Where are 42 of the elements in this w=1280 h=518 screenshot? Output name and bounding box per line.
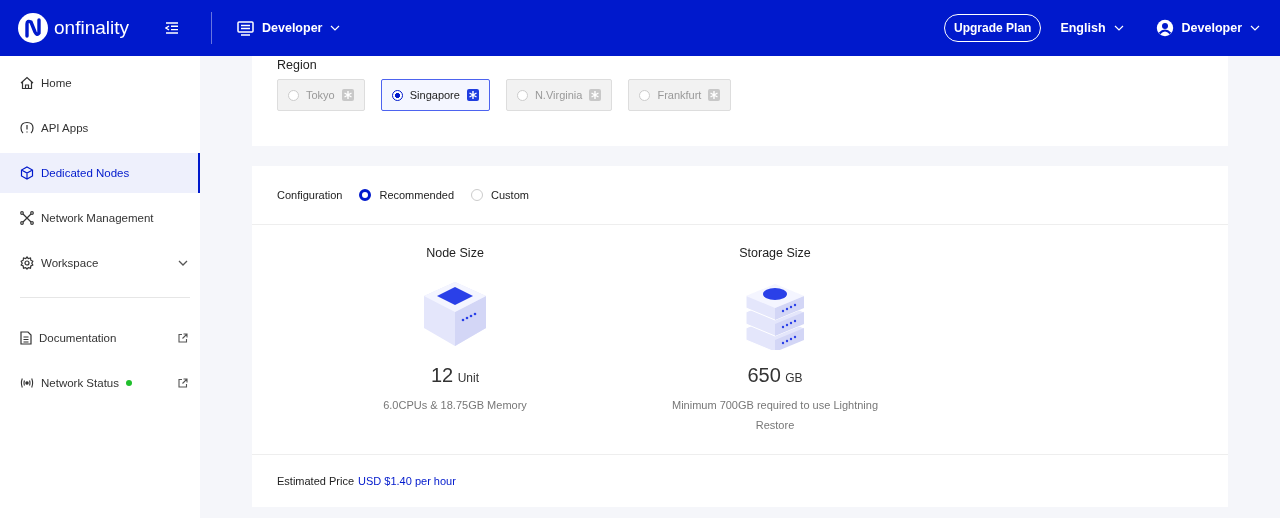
- user-menu[interactable]: Developer: [1155, 19, 1260, 37]
- nav-item[interactable]: Dedicated Nodes: [0, 153, 200, 193]
- nav-item[interactable]: Network Management: [0, 198, 200, 238]
- size-title: Storage Size: [739, 246, 811, 260]
- menu-collapse-icon[interactable]: [165, 22, 179, 34]
- region-label: Region: [277, 58, 318, 72]
- nav-item[interactable]: Home: [0, 63, 200, 103]
- size-description: 6.0CPUs & 18.75GB Memory: [382, 398, 528, 413]
- monitor-icon: [237, 20, 254, 36]
- language-dropdown[interactable]: English: [1060, 21, 1124, 35]
- size-value: 650 GB: [747, 364, 803, 387]
- configuration-option[interactable]: Custom: [471, 189, 529, 201]
- configuration-label: Configuration: [277, 189, 343, 201]
- nav-item[interactable]: API Apps: [0, 108, 200, 148]
- nav-item[interactable]: Documentation: [0, 318, 200, 358]
- chevron-down-icon: [1250, 25, 1260, 31]
- radio-button[interactable]: [391, 89, 403, 101]
- logo-text: onfinality: [54, 17, 129, 39]
- region-option[interactable]: Singapore: [380, 79, 490, 111]
- size-value: 12 Unit: [430, 364, 479, 387]
- chevron-down-icon: [1113, 25, 1124, 31]
- price-label: Estimated Price: [277, 475, 355, 487]
- size-description: Minimum 700GB required to use Lightning Restore: [670, 398, 880, 433]
- network-logo-icon: [341, 89, 354, 101]
- network-nodes-icon: [20, 211, 34, 225]
- gear-icon: [20, 256, 34, 270]
- home-icon: [20, 76, 34, 90]
- cube-icon: [20, 166, 34, 180]
- logo-icon: [18, 13, 48, 43]
- network-logo-icon: [589, 89, 602, 101]
- broadcast-icon: [20, 377, 34, 389]
- network-logo-icon: [466, 89, 479, 101]
- nav-item[interactable]: Network Status: [0, 363, 200, 403]
- configuration-option[interactable]: Recommended: [359, 189, 455, 201]
- document-icon: [20, 331, 32, 345]
- nav-item[interactable]: Workspace: [0, 243, 200, 283]
- user-avatar-icon: [1155, 19, 1174, 37]
- price-value: USD $1.40 per hour: [358, 475, 456, 487]
- chevron-down-icon: [330, 25, 341, 31]
- workspace-dropdown[interactable]: Developer: [237, 20, 341, 36]
- network-logo-icon: [708, 89, 721, 101]
- size-title: Node Size: [426, 246, 484, 260]
